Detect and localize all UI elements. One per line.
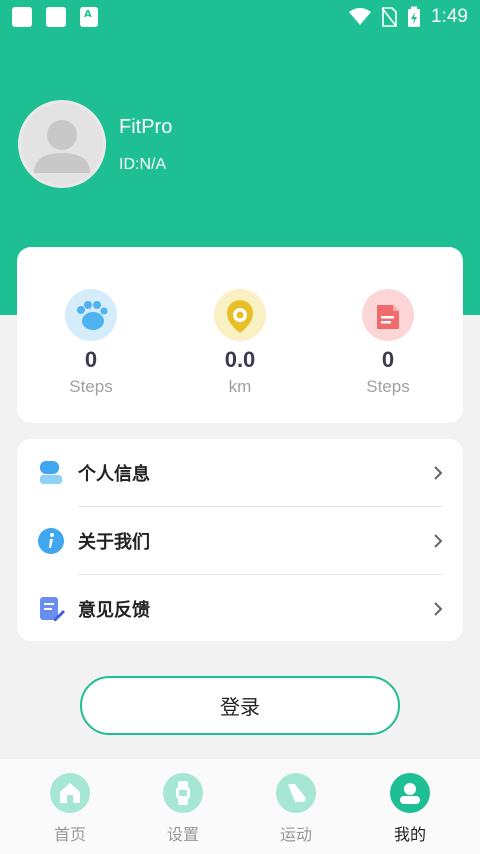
steps-secondary-unit: Steps <box>366 377 410 396</box>
menu-label: 个人信息 <box>78 463 150 485</box>
menu-label: 意见反馈 <box>78 599 150 621</box>
status-notifications <box>12 7 98 27</box>
stat-steps: 0 Steps <box>21 289 161 397</box>
login-button[interactable]: 登录 <box>80 676 400 735</box>
nav-label: 运动 <box>279 825 312 844</box>
document-icon <box>362 289 414 341</box>
info-icon <box>37 527 65 555</box>
bottom-nav: 首页 设置 运动 我的 <box>0 758 480 854</box>
status-bar: 1:49 <box>0 0 480 34</box>
profile-icon <box>390 773 430 813</box>
person-icon <box>37 459 65 487</box>
default-avatar-icon <box>34 120 90 173</box>
nav-label: 首页 <box>53 825 86 844</box>
watch-icon <box>163 773 203 813</box>
menu-item-personal-info[interactable]: 个人信息 <box>17 439 463 506</box>
stat-distance: 0.0 km <box>170 289 310 397</box>
battery-charging-icon <box>408 6 421 27</box>
menu-item-feedback[interactable]: 意见反馈 <box>17 575 463 642</box>
distance-value: 0.0 <box>224 347 256 372</box>
steps-value: 0 <box>84 347 98 372</box>
menu-item-about-us[interactable]: 关于我们 <box>17 507 463 574</box>
menu-card: 个人信息 关于我们 意见反馈 <box>17 439 463 641</box>
nav-item-settings[interactable]: 设置 <box>143 773 223 845</box>
wifi-icon <box>349 8 372 25</box>
username: FitPro <box>119 116 173 138</box>
app-notification-icon <box>80 7 98 27</box>
chevron-right-icon <box>434 533 443 548</box>
nav-item-home[interactable]: 首页 <box>30 773 110 845</box>
avatar[interactable] <box>18 100 106 188</box>
chevron-right-icon <box>434 601 443 616</box>
distance-unit: km <box>228 377 252 396</box>
steps-secondary-value: 0 <box>381 347 395 372</box>
nav-item-mine[interactable]: 我的 <box>370 773 450 845</box>
stats-card: 0 Steps 0.0 km 0 Steps <box>17 247 463 423</box>
footprint-icon <box>65 289 117 341</box>
nav-item-sport[interactable]: 运动 <box>256 773 336 845</box>
stat-steps-secondary: 0 Steps <box>318 289 458 397</box>
status-indicators: 1:49 <box>349 6 468 28</box>
clock: 1:49 <box>431 6 468 27</box>
user-id: ID:N/A <box>119 156 167 173</box>
steps-unit: Steps <box>69 377 113 396</box>
nav-label: 设置 <box>166 825 199 844</box>
home-icon <box>50 773 90 813</box>
notification-icon <box>12 7 32 27</box>
chevron-right-icon <box>434 465 443 480</box>
no-sim-icon <box>381 7 397 27</box>
menu-label: 关于我们 <box>78 531 150 553</box>
feedback-icon <box>37 595 65 623</box>
shoe-icon <box>276 773 316 813</box>
profile-screen: 1:49 FitPro ID:N/A 0 Steps <box>0 0 480 854</box>
notification-icon <box>46 7 66 27</box>
nav-label: 我的 <box>393 825 426 844</box>
location-icon <box>214 289 266 341</box>
